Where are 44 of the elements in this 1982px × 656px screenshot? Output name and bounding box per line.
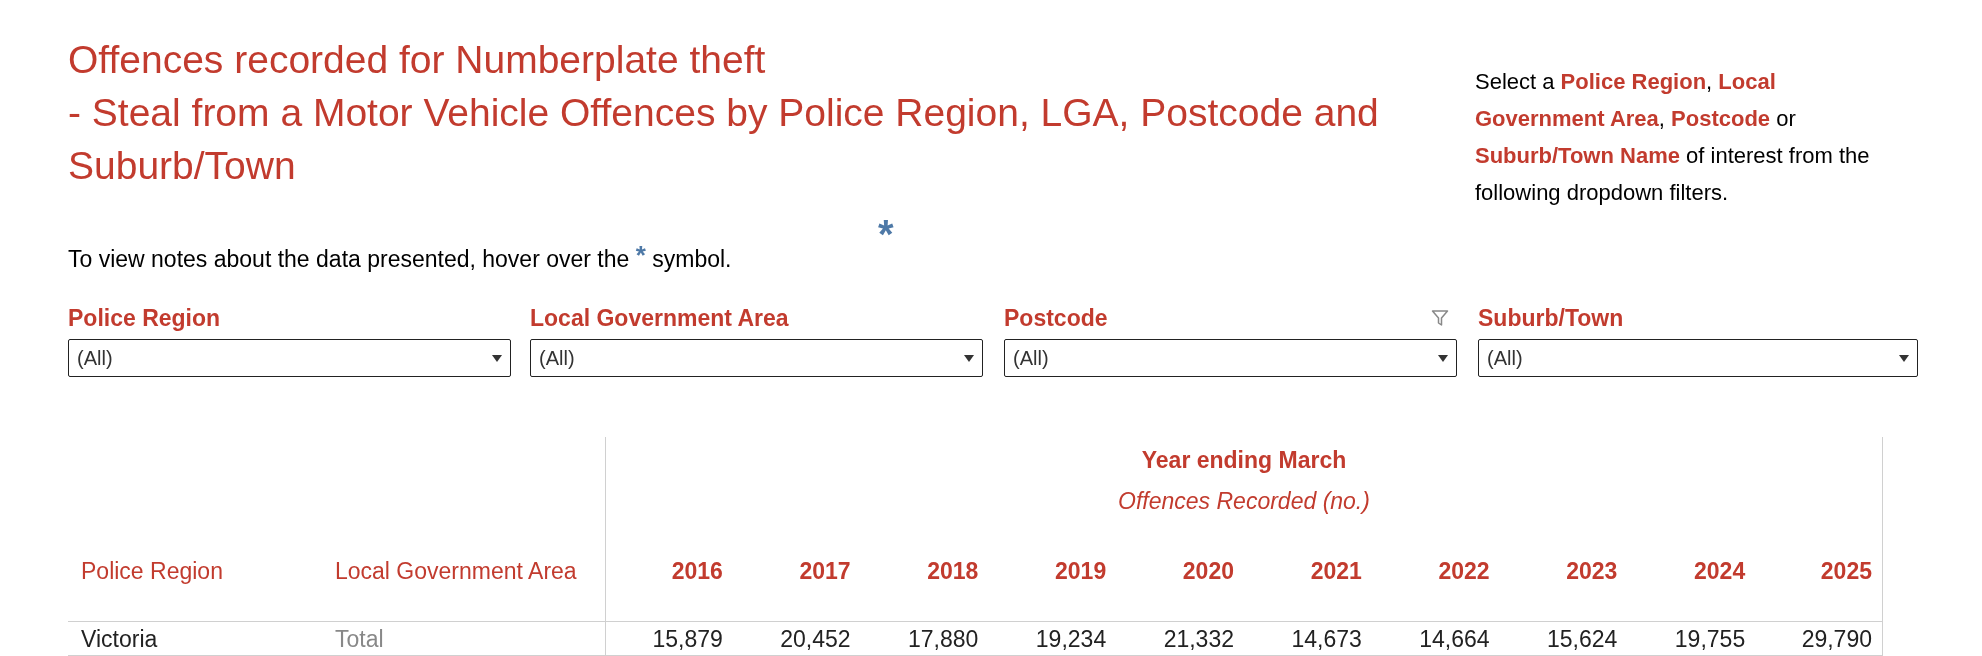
table-cell: 15,879 bbox=[652, 625, 723, 652]
caret-icon bbox=[1899, 354, 1909, 362]
column-group-title: Year ending March bbox=[1141, 447, 1347, 473]
filter-label: Suburb/Town bbox=[1478, 303, 1624, 333]
column-header: 2022 bbox=[1438, 558, 1490, 584]
caret-icon bbox=[492, 354, 502, 362]
filter-label: Police Region bbox=[68, 303, 221, 333]
table-cell: Victoria bbox=[81, 625, 158, 652]
dropdown[interactable]: (All) bbox=[530, 339, 983, 377]
column-header: 2020 bbox=[1182, 558, 1234, 584]
column-header: 2023 bbox=[1566, 558, 1618, 584]
table-cell: Total bbox=[335, 625, 384, 652]
caret-icon bbox=[964, 354, 974, 362]
caret-icon bbox=[1438, 354, 1448, 362]
column-group-subtitle: Offences Recorded (no.) bbox=[1118, 488, 1370, 514]
page-title: Offences recorded for Numberplate theft bbox=[68, 37, 766, 83]
column-header: 2021 bbox=[1310, 558, 1362, 584]
table-cell: 17,880 bbox=[908, 625, 979, 652]
table-cell: 15,624 bbox=[1547, 625, 1618, 652]
table-cell: 14,664 bbox=[1419, 625, 1490, 652]
filter-label: Local Government Area bbox=[530, 303, 789, 333]
table-cell: 14,673 bbox=[1291, 625, 1362, 652]
table-cell: 21,332 bbox=[1163, 625, 1234, 652]
column-header: Local Government Area bbox=[335, 558, 577, 584]
column-header: 2025 bbox=[1820, 558, 1872, 584]
table-cell: 19,755 bbox=[1674, 625, 1746, 652]
instructions-text: Select a Police Region, Local Government Area, Postcode or Suburb/Town Name of interest from the following dropdown filters. bbox=[1475, 68, 1871, 207]
column-header: Police Region bbox=[81, 558, 223, 584]
column-header: 2018 bbox=[927, 558, 979, 584]
page-title: - Steal from a Motor Vehicle Offences by Police Region, LGA, Postcode and bbox=[68, 90, 1379, 136]
filter-label: Postcode bbox=[1004, 303, 1108, 333]
table-cell: 19,234 bbox=[1035, 625, 1107, 652]
table-cell: 20,452 bbox=[780, 625, 851, 652]
dropdown[interactable]: (All) bbox=[1478, 339, 1918, 377]
dropdown[interactable]: (All) bbox=[68, 339, 511, 377]
column-header: 2019 bbox=[1055, 558, 1107, 584]
dropdown[interactable]: (All) bbox=[1004, 339, 1457, 377]
table-cell: 29,790 bbox=[1801, 625, 1872, 652]
column-header: 2024 bbox=[1694, 558, 1746, 584]
notes-marker[interactable]: * bbox=[878, 214, 894, 254]
column-header: 2016 bbox=[671, 558, 723, 584]
filter-icon[interactable] bbox=[1431, 309, 1449, 327]
page-title: Suburb/Town bbox=[68, 143, 296, 189]
column-header: 2017 bbox=[799, 558, 851, 584]
